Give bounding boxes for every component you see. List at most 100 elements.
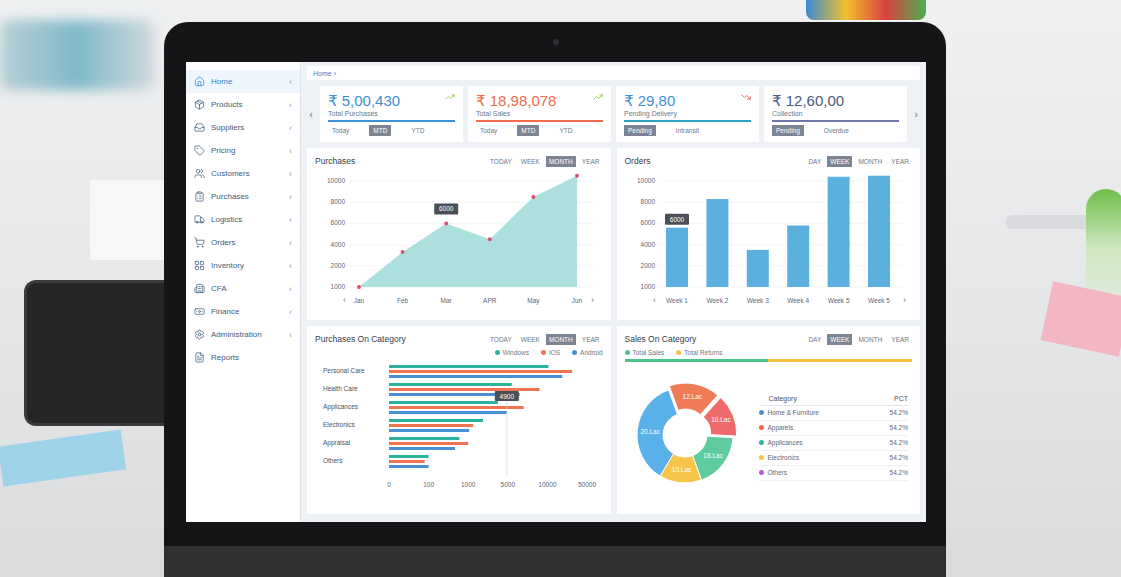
data-point[interactable] (488, 237, 492, 241)
period-tab[interactable]: MONTH (855, 334, 885, 345)
next-arrow[interactable]: › (903, 295, 906, 305)
sidebar-item[interactable]: Products‹ (186, 93, 300, 116)
breadcrumb: Home› (307, 66, 920, 80)
period-tab[interactable]: MONTH (546, 156, 576, 167)
prev-arrow[interactable]: ‹ (653, 295, 656, 305)
grid-line (659, 181, 903, 182)
category-bar[interactable] (389, 375, 562, 378)
order-bar[interactable] (666, 228, 688, 287)
x-tick: 5000 (501, 481, 516, 488)
category-bar[interactable] (389, 388, 539, 391)
breadcrumb-separator: › (334, 70, 336, 77)
stat-tab[interactable]: Pending (624, 125, 656, 136)
data-point[interactable] (401, 250, 405, 254)
stat-tab[interactable]: Today (328, 125, 353, 136)
order-bar[interactable] (827, 177, 849, 287)
stat-tab[interactable]: MTD (517, 125, 539, 136)
period-tab[interactable]: MONTH (546, 334, 576, 345)
sidebar-item[interactable]: Home‹ (186, 70, 300, 93)
order-bar[interactable] (746, 250, 768, 287)
category-dot (759, 455, 764, 460)
next-arrow[interactable]: › (591, 295, 594, 305)
table-row: Electronics54.2% (759, 451, 909, 466)
category-bar[interactable] (389, 383, 512, 386)
period-tab[interactable]: WEEK (827, 156, 852, 167)
chart-tooltip: 6000 (665, 214, 689, 225)
purchases-on-category-panel: Purchases On CategoryTODAYWEEKMONTHYEARW… (307, 326, 611, 514)
category-bar[interactable] (389, 437, 459, 440)
trend-down-icon (741, 92, 751, 102)
stat-tab[interactable]: YTD (407, 125, 428, 136)
nav-icon (194, 237, 205, 248)
stat-tab[interactable]: Pending (772, 125, 804, 136)
sidebar-item[interactable]: Pricing‹ (186, 139, 300, 162)
x-label: Jan (354, 297, 365, 304)
sidebar-item[interactable]: Purchases‹ (186, 185, 300, 208)
period-tab[interactable]: MONTH (855, 156, 885, 167)
stat-tab[interactable]: YTD (555, 125, 576, 136)
category-bar[interactable] (389, 455, 429, 458)
data-point[interactable] (357, 285, 361, 289)
period-tab[interactable]: WEEK (518, 334, 543, 345)
stat-tab[interactable]: MTD (369, 125, 391, 136)
donut-segment[interactable]: 10.Lac (703, 397, 736, 435)
category-group: Others (323, 455, 429, 468)
data-point[interactable] (531, 195, 535, 199)
sidebar-item[interactable]: Logistics‹ (186, 208, 300, 231)
category-bar[interactable] (389, 447, 455, 450)
category-bar[interactable] (389, 419, 483, 422)
period-tab[interactable]: YEAR (579, 334, 603, 345)
sidebar-item[interactable]: Reports (186, 346, 300, 369)
grid-line (659, 244, 903, 245)
sidebar-item[interactable]: Finance‹ (186, 300, 300, 323)
category-bar[interactable] (389, 365, 548, 368)
order-bar[interactable] (868, 176, 890, 287)
laptop-bezel (186, 22, 926, 62)
category-group: Appraisal (323, 437, 468, 450)
sidebar-item[interactable]: Orders‹ (186, 231, 300, 254)
stat-tab[interactable]: Today (476, 125, 501, 136)
breadcrumb-link[interactable]: Home (313, 70, 332, 77)
sidebar-item[interactable]: Suppliers‹ (186, 116, 300, 139)
sidebar-item[interactable]: CFA‹ (186, 277, 300, 300)
carousel-next[interactable]: › (912, 86, 920, 142)
sidebar-item[interactable]: Inventory‹ (186, 254, 300, 277)
period-tab[interactable]: WEEK (518, 156, 543, 167)
purchases-panel: PurchasesTODAYWEEKMONTHYEAR1000200040006… (307, 148, 611, 320)
sales-donut-chart: 12.Lac10.Lac18.Lac10.Lac20.Lac (625, 377, 749, 497)
period-tabs: DAYWEEKMONTHYEAR (805, 156, 912, 167)
stat-tab[interactable]: Overdue (820, 125, 853, 136)
period-tab[interactable]: YEAR (888, 156, 912, 167)
category-group: Applicances (323, 401, 524, 414)
period-tab[interactable]: YEAR (579, 156, 603, 167)
category-bar[interactable] (389, 406, 524, 409)
donut-segment[interactable]: 20.Lac (637, 389, 677, 475)
period-tab[interactable]: DAY (805, 156, 824, 167)
category-bar[interactable] (389, 465, 429, 468)
category-bar[interactable] (389, 370, 572, 373)
period-tab[interactable]: DAY (805, 334, 824, 345)
category-bar[interactable] (389, 424, 473, 427)
category-bar[interactable] (389, 460, 425, 463)
stat-value: ₹ 18,98,078 (476, 92, 556, 109)
stat-tab[interactable]: Intransit (672, 125, 703, 136)
category-bar[interactable] (389, 442, 468, 445)
carousel-prev[interactable]: ‹ (307, 86, 315, 142)
sidebar-item[interactable]: Customers‹ (186, 162, 300, 185)
period-tab[interactable]: WEEK (827, 334, 852, 345)
stat-tabs: Today MTD YTD (476, 125, 603, 136)
category-bar[interactable] (389, 401, 498, 404)
category-bar[interactable] (389, 429, 469, 432)
period-tab[interactable]: TODAY (487, 156, 515, 167)
sidebar-item[interactable]: Administration‹ (186, 323, 300, 346)
segment-label: 10.Lac (671, 465, 691, 472)
data-point[interactable] (575, 174, 579, 178)
order-bar[interactable] (787, 226, 809, 287)
period-tab[interactable]: TODAY (487, 334, 515, 345)
nav-icon (194, 214, 205, 225)
data-point[interactable] (444, 221, 448, 225)
prev-arrow[interactable]: ‹ (343, 295, 346, 305)
category-bar[interactable] (389, 411, 507, 414)
period-tab[interactable]: YEAR (888, 334, 912, 345)
order-bar[interactable] (706, 199, 728, 287)
